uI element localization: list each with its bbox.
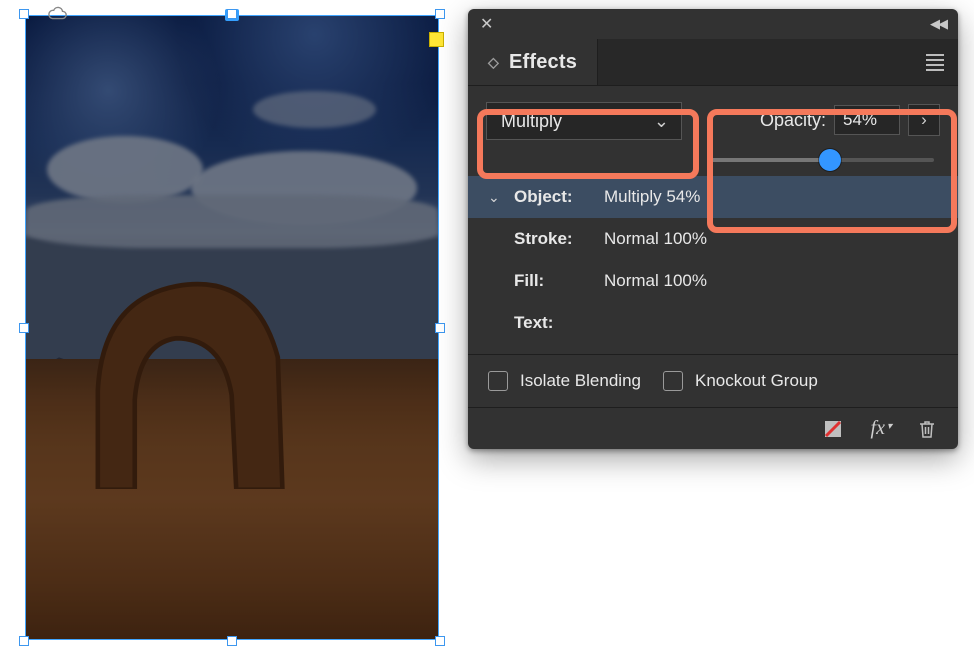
- clear-effects-icon[interactable]: [823, 419, 843, 439]
- resize-handle-tl[interactable]: [19, 9, 29, 19]
- fx-icon[interactable]: fx▾: [871, 417, 890, 440]
- opacity-slider-thumb[interactable]: [819, 149, 841, 171]
- target-row-text[interactable]: Text:: [468, 302, 958, 344]
- effects-panel: ✕ ◀◀ ◇ Effects Multiply ⌄ Opacity: 54% ›: [468, 9, 958, 449]
- row-value: Normal 100%: [604, 271, 707, 291]
- collapse-icon[interactable]: ◀◀: [930, 16, 946, 32]
- opacity-value: 54%: [843, 110, 877, 130]
- resize-handle-tm[interactable]: [227, 9, 237, 19]
- row-label: Stroke:: [514, 229, 596, 249]
- row-label: Fill:: [514, 271, 596, 291]
- panel-menu-icon[interactable]: [926, 54, 944, 71]
- isolate-blending-checkbox[interactable]: Isolate Blending: [488, 371, 641, 391]
- opacity-field[interactable]: 54%: [834, 105, 900, 135]
- resize-handle-bm[interactable]: [227, 636, 237, 646]
- placed-image[interactable]: [26, 16, 438, 639]
- panel-title: Effects: [509, 51, 577, 74]
- row-label: Text:: [514, 313, 596, 333]
- row-value: Normal 100%: [604, 229, 707, 249]
- opacity-label: Opacity:: [760, 110, 826, 131]
- target-row-fill[interactable]: Fill: Normal 100%: [468, 260, 958, 302]
- checkbox-icon: [488, 371, 508, 391]
- resize-handle-tr[interactable]: [435, 9, 445, 19]
- isolate-label: Isolate Blending: [520, 371, 641, 391]
- close-icon[interactable]: ✕: [480, 14, 493, 34]
- opacity-slider[interactable]: [708, 150, 934, 170]
- knockout-group-checkbox[interactable]: Knockout Group: [663, 371, 818, 391]
- disclosure-icon[interactable]: ⌄: [488, 189, 506, 206]
- resize-handle-mr[interactable]: [435, 323, 445, 333]
- checkbox-icon: [663, 371, 683, 391]
- chevron-down-icon: ⌄: [654, 111, 669, 132]
- target-row-stroke[interactable]: Stroke: Normal 100%: [468, 218, 958, 260]
- resize-handle-bl[interactable]: [19, 636, 29, 646]
- multiply-preview-overlay: [26, 16, 438, 639]
- blend-mode-dropdown[interactable]: Multiply ⌄: [486, 102, 682, 140]
- target-row-object[interactable]: ⌄ Object: Multiply 54%: [468, 176, 958, 218]
- blend-mode-value: Multiply: [501, 111, 562, 132]
- trash-icon[interactable]: [918, 419, 936, 439]
- content-grabber[interactable]: [429, 32, 444, 47]
- chevron-right-icon: ›: [921, 110, 927, 130]
- row-label: Object:: [514, 187, 596, 207]
- resize-handle-ml[interactable]: [19, 323, 29, 333]
- tab-effects[interactable]: ◇ Effects: [468, 39, 597, 85]
- drag-grip-icon: ◇: [488, 58, 499, 66]
- row-value: Multiply 54%: [604, 187, 700, 207]
- opacity-flyout-button[interactable]: ›: [908, 104, 940, 136]
- target-list: ⌄ Object: Multiply 54% Stroke: Normal 10…: [468, 174, 958, 355]
- knockout-label: Knockout Group: [695, 371, 818, 391]
- cloud-link-icon: [46, 6, 68, 27]
- selected-image-frame[interactable]: [22, 12, 442, 643]
- resize-handle-br[interactable]: [435, 636, 445, 646]
